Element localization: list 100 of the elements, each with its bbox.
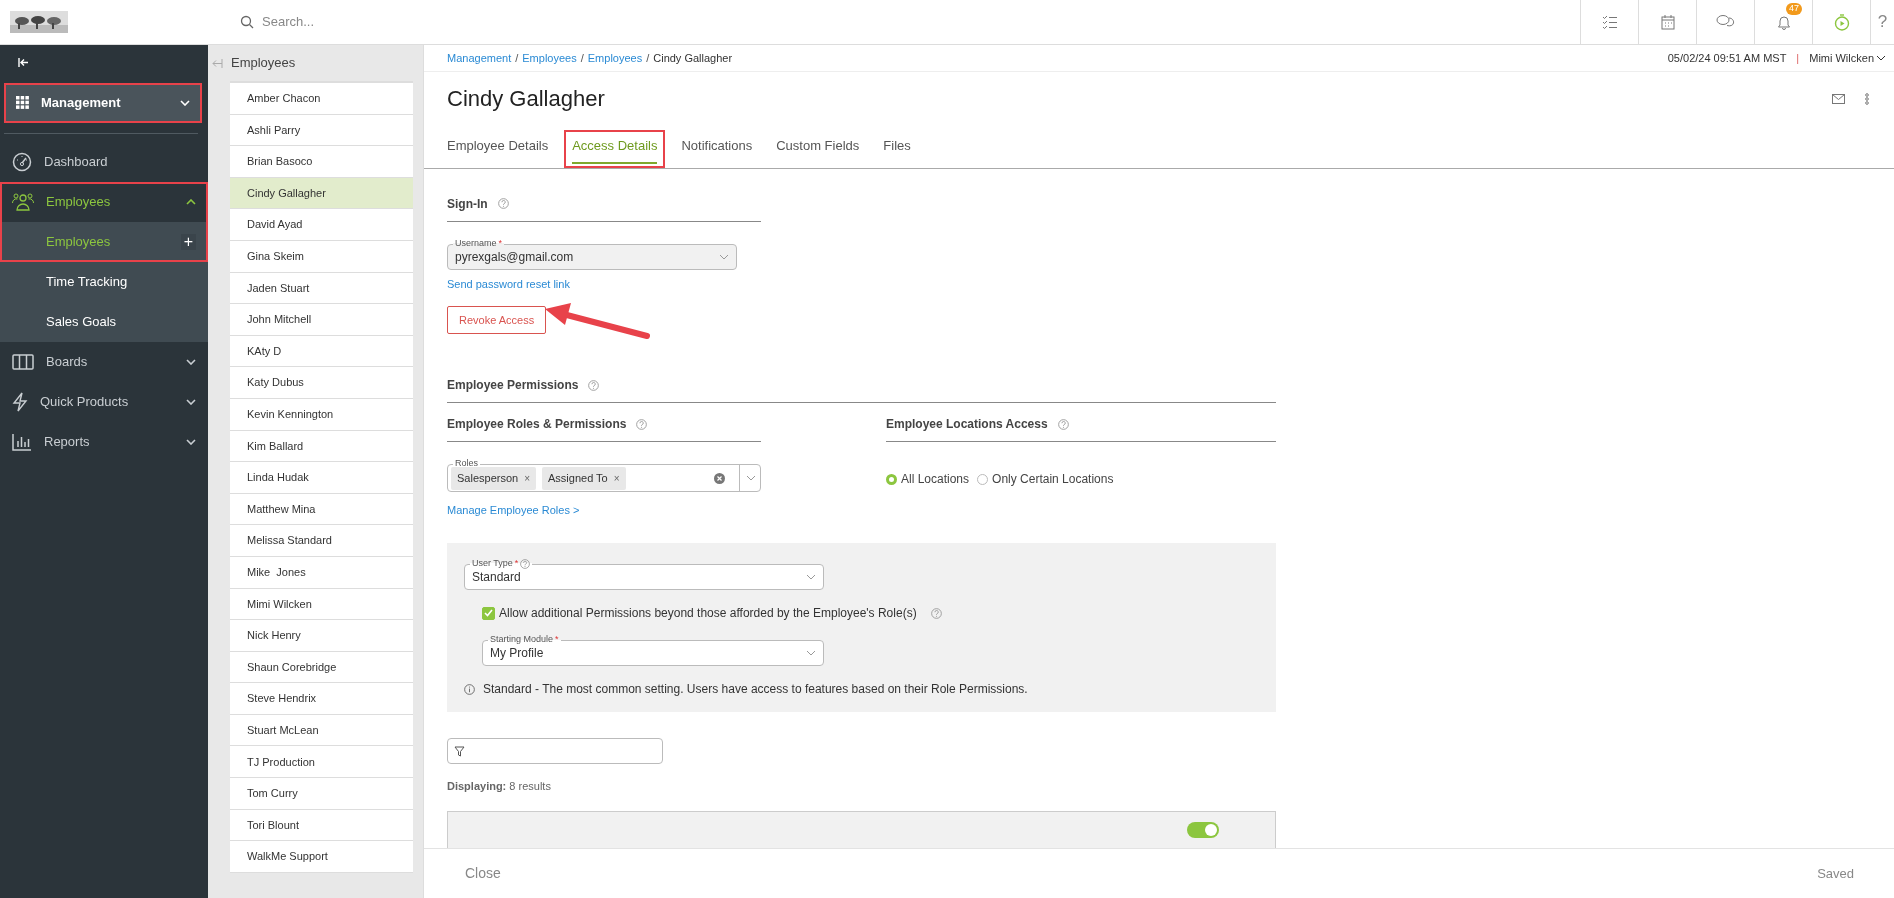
- close-button[interactable]: Close: [459, 862, 507, 885]
- employee-list-item[interactable]: John Mitchell: [230, 304, 413, 336]
- people-icon: [12, 192, 34, 211]
- employee-list-item[interactable]: Mimi Wilcken: [230, 588, 413, 621]
- employee-list-item[interactable]: Melissa Standard: [230, 525, 413, 557]
- select-field[interactable]: Starting Module * My Profile: [482, 633, 824, 667]
- search-icon: [240, 15, 254, 29]
- radio-option[interactable]: All Locations: [886, 470, 970, 489]
- revoke-access-button[interactable]: Revoke Access: [447, 305, 547, 335]
- columns-icon: [12, 353, 34, 370]
- employee-list-item[interactable]: Kim Ballard: [230, 430, 413, 463]
- nav-item[interactable]: Quick Products: [0, 381, 208, 422]
- help-icon[interactable]: [520, 558, 531, 569]
- info-icon: [464, 683, 475, 695]
- select-field[interactable]: User Type * Standard: [464, 557, 824, 591]
- employee-list-item[interactable]: WalkMe Support: [230, 841, 413, 873]
- checkbox-label: Allow additional Permissions beyond those afforded by the Employee's Role(s): [499, 605, 917, 623]
- employee-list-item[interactable]: Kevin Kennington: [230, 398, 413, 431]
- employee-list-item[interactable]: Ashli Parry: [230, 114, 413, 147]
- breadcrumb-current: Cindy Gallagher: [653, 50, 733, 66]
- chevron-icon: [719, 253, 729, 260]
- breadcrumb-link[interactable]: Management: [447, 49, 512, 67]
- info-text: Standard - The most common setting. Users have access to features based on their Role Permissions.: [483, 681, 1028, 699]
- employee-list-item[interactable]: Stuart McLean: [230, 714, 413, 747]
- module-switcher[interactable]: Management: [4, 83, 202, 123]
- nav-subitem[interactable]: Sales Goals: [0, 301, 208, 342]
- employee-list-item[interactable]: Gina Skeim: [230, 240, 413, 273]
- mail-icon[interactable]: [1832, 94, 1845, 105]
- results-count: Displaying: 8 results: [447, 779, 552, 795]
- employee-list-item[interactable]: Tom Curry: [230, 778, 413, 810]
- toggle-switch[interactable]: [1187, 821, 1219, 838]
- roles-field[interactable]: Roles Salesperson × Assigned To ×: [447, 457, 761, 493]
- field-label: User Type *: [470, 558, 533, 570]
- help-icon[interactable]: [497, 198, 509, 210]
- employee-list-item[interactable]: Amber Chacon: [230, 83, 413, 115]
- tab[interactable]: Custom Fields: [768, 130, 868, 168]
- radio-option[interactable]: Only Certain Locations: [977, 470, 1114, 489]
- help-icon[interactable]: [636, 418, 648, 430]
- nav-subitem[interactable]: Time Tracking: [0, 261, 208, 302]
- manage-roles-link[interactable]: Manage Employee Roles >: [447, 502, 580, 519]
- field-label: Username *: [453, 237, 505, 249]
- bell-icon: [1776, 14, 1791, 30]
- employee-list-item[interactable]: Mike Jones: [230, 556, 413, 589]
- employee-list-item[interactable]: Linda Hudak: [230, 462, 413, 494]
- nav-item[interactable]: Employees: [0, 181, 208, 222]
- user-menu[interactable]: Mimi Wilcken: [1809, 49, 1886, 67]
- chevron-icon: [180, 99, 190, 106]
- nav-item[interactable]: Reports: [0, 421, 208, 462]
- separator: |: [1796, 50, 1800, 66]
- select-field[interactable]: Username * pyrexgals@gmail.com: [447, 236, 737, 270]
- section-heading: Sign-In: [447, 195, 488, 213]
- remove-icon[interactable]: ×: [524, 470, 530, 486]
- chevron-icon: [806, 574, 816, 581]
- help-icon[interactable]: [588, 379, 600, 391]
- breadcrumb-link[interactable]: Employees: [522, 49, 577, 67]
- tab[interactable]: Notifications: [673, 130, 761, 168]
- filter-field[interactable]: [447, 738, 663, 765]
- grid-icon: [16, 96, 29, 110]
- section-heading: Employee Roles & Permissions: [447, 416, 627, 434]
- employee-list-item[interactable]: Cindy Gallagher: [230, 177, 413, 210]
- page-title: Cindy Gallagher: [447, 86, 605, 113]
- breadcrumb-separator: /: [515, 50, 519, 66]
- field-label: Starting Module *: [488, 634, 561, 646]
- reset-password-link[interactable]: Send password reset link: [447, 275, 570, 293]
- employee-list-item[interactable]: Jaden Stuart: [230, 272, 413, 305]
- lightning-icon: [12, 391, 28, 412]
- chevron-icon: [806, 650, 816, 657]
- breadcrumb-separator: /: [646, 50, 650, 66]
- nav-subitem[interactable]: Employees +: [0, 221, 208, 262]
- more-icon[interactable]: [1865, 93, 1869, 106]
- clear-icon[interactable]: [714, 472, 725, 484]
- chevron-icon: [745, 475, 756, 482]
- notification-badge: 47: [1786, 3, 1802, 15]
- employee-list-item[interactable]: Tori Blount: [230, 809, 413, 842]
- tab[interactable]: Files: [875, 130, 919, 168]
- add-button[interactable]: +: [180, 233, 196, 250]
- tab[interactable]: Employee Details: [439, 130, 557, 168]
- employee-list-item[interactable]: KAty D: [230, 335, 413, 368]
- employee-list-item[interactable]: TJ Production: [230, 746, 413, 779]
- employee-list-item[interactable]: Matthew Mina: [230, 493, 413, 526]
- checkbox[interactable]: [482, 606, 495, 620]
- employee-list-item[interactable]: Nick Henry: [230, 620, 413, 652]
- help-icon[interactable]: [930, 607, 942, 619]
- help-icon[interactable]: [1057, 418, 1069, 430]
- employee-list-item[interactable]: Katy Dubus: [230, 367, 413, 399]
- date-time: 05/02/24 09:51 AM MST: [1667, 50, 1787, 66]
- nav-item[interactable]: Boards: [0, 341, 208, 382]
- filter-icon: [454, 745, 465, 757]
- nav-item[interactable]: Dashboard: [0, 141, 208, 182]
- employee-list-item[interactable]: David Ayad: [230, 209, 413, 241]
- employee-list-item[interactable]: Shaun Corebridge: [230, 651, 413, 684]
- remove-icon[interactable]: ×: [613, 470, 620, 486]
- chevron-icon: [1876, 55, 1886, 61]
- role-tag[interactable]: Assigned To ×: [542, 467, 626, 490]
- breadcrumb-link[interactable]: Employees: [587, 49, 643, 67]
- employee-list-item[interactable]: Steve Hendrix: [230, 683, 413, 715]
- employee-list-item[interactable]: Brian Basoco: [230, 146, 413, 178]
- save-status: Saved: [1817, 864, 1854, 883]
- section-heading: Employee Locations Access: [886, 416, 1048, 434]
- role-tag[interactable]: Salesperson ×: [451, 467, 536, 490]
